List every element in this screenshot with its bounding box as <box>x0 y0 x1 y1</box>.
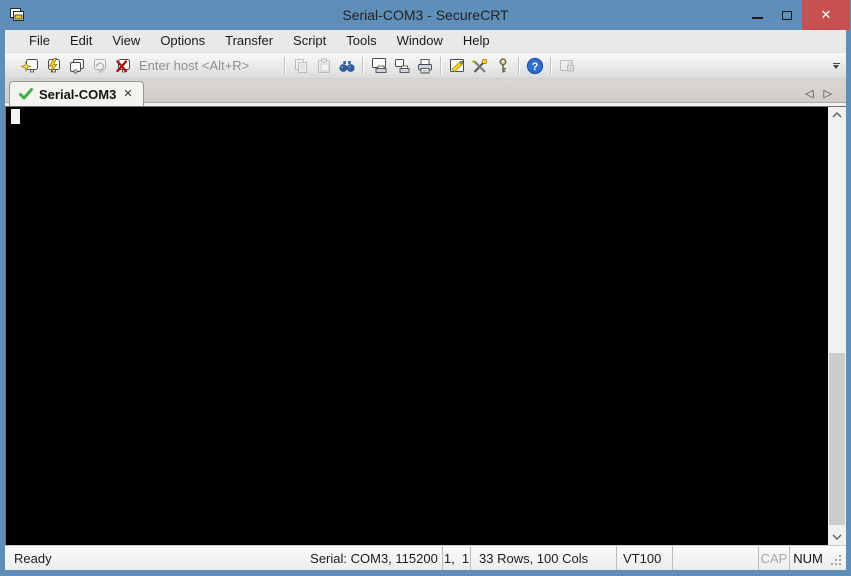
print-screen-button[interactable] <box>367 54 390 77</box>
screen-lock-icon: A <box>559 59 574 71</box>
session-options-button[interactable] <box>445 54 468 77</box>
menu-file[interactable]: File <box>19 30 60 52</box>
chevron-down-icon <box>832 534 842 540</box>
close-icon: ✕ <box>820 7 832 22</box>
copy-icon <box>294 58 307 73</box>
window-controls: ✕ <box>742 0 851 30</box>
securecrt-logo-icon <box>9 7 24 21</box>
toolbar-separator <box>518 57 519 74</box>
host-input[interactable] <box>134 55 274 76</box>
menu-options[interactable]: Options <box>150 30 215 52</box>
menu-script[interactable]: Script <box>283 30 336 52</box>
find-button[interactable] <box>335 54 358 77</box>
toolbar-overflow-button[interactable] <box>829 62 843 69</box>
reconnect-icon <box>93 58 106 72</box>
title-bar: Serial-COM3 - SecureCRT ✕ <box>0 0 851 30</box>
tab-scroll-arrows: ◁ ▷ <box>805 89 846 106</box>
terminal-cursor <box>11 109 20 124</box>
key-agent-button[interactable] <box>491 54 514 77</box>
close-button[interactable]: ✕ <box>802 0 850 30</box>
scroll-up-button[interactable] <box>828 107 846 123</box>
status-terminal-size: 33 Rows, 100 Cols <box>470 546 616 570</box>
connected-check-icon <box>19 88 33 100</box>
menu-transfer[interactable]: Transfer <box>215 30 283 52</box>
svg-text:A: A <box>568 66 571 71</box>
menu-bar: File Edit View Options Transfer Script T… <box>5 30 846 53</box>
find-icon <box>338 60 355 72</box>
maximize-icon <box>782 10 792 20</box>
vertical-scrollbar[interactable] <box>828 107 846 545</box>
scrollbar-thumb[interactable] <box>829 353 845 525</box>
toolbar-overflow-icon <box>832 62 840 64</box>
session-options-icon <box>449 58 464 72</box>
svg-text:?: ? <box>531 61 538 73</box>
disconnect-icon <box>115 58 130 72</box>
window-title: Serial-COM3 - SecureCRT <box>342 7 509 23</box>
paste-button[interactable] <box>312 54 335 77</box>
terminal-screen[interactable] <box>6 107 828 545</box>
maximize-button[interactable] <box>772 0 802 30</box>
terminal-row <box>5 106 846 545</box>
window-content: File Edit View Options Transfer Script T… <box>5 30 846 570</box>
copy-button[interactable] <box>289 54 312 77</box>
disconnect-button[interactable] <box>111 54 134 77</box>
scroll-down-button[interactable] <box>828 529 846 545</box>
toolbar-separator <box>284 57 285 74</box>
status-cursor-position: 1, 1 <box>442 546 470 570</box>
quick-connect-icon <box>47 57 60 73</box>
global-options-icon <box>471 58 487 73</box>
window-bottom-border <box>0 570 851 576</box>
app-icon[interactable] <box>8 6 26 24</box>
print-icon <box>417 58 432 73</box>
minimize-icon <box>751 17 763 19</box>
tab-serial-com3[interactable]: Serial-COM3 ✕ <box>9 81 144 106</box>
tab-close-icon[interactable]: ✕ <box>122 88 133 100</box>
menu-help[interactable]: Help <box>453 30 500 52</box>
minimize-button[interactable] <box>742 0 772 30</box>
connect-in-tab-button[interactable] <box>65 54 88 77</box>
tab-scroll-right-button[interactable]: ▷ <box>824 89 832 100</box>
toolbar-separator <box>440 57 441 74</box>
status-ready: Ready <box>14 550 52 566</box>
toolbar: ? A <box>5 53 846 79</box>
resize-grip-icon <box>839 563 841 565</box>
tab-bar: Serial-COM3 ✕ ◁ ▷ <box>5 79 846 106</box>
toolbar-separator <box>550 57 551 74</box>
status-emulation: VT100 <box>616 546 672 570</box>
resize-grip[interactable] <box>826 546 846 570</box>
menu-edit[interactable]: Edit <box>60 30 102 52</box>
global-options-button[interactable] <box>468 54 491 77</box>
screen-lock-button[interactable]: A <box>555 54 578 77</box>
print-screen-icon <box>371 57 386 73</box>
menu-tools[interactable]: Tools <box>336 30 386 52</box>
print-button[interactable] <box>413 54 436 77</box>
print-selection-button[interactable] <box>390 54 413 77</box>
help-icon: ? <box>526 57 543 74</box>
status-empty-pane <box>672 546 758 570</box>
tab-scroll-left-button[interactable]: ◁ <box>805 89 813 100</box>
toolbar-separator <box>362 57 363 74</box>
connect-in-tab-icon <box>69 58 84 73</box>
help-button[interactable]: ? <box>523 54 546 77</box>
chevron-up-icon <box>832 112 842 118</box>
quick-connect-button[interactable] <box>42 54 65 77</box>
menu-view[interactable]: View <box>102 30 150 52</box>
status-serial-connection: Serial: COM3, 115200 <box>310 550 438 566</box>
status-bar: Ready Serial: COM3, 115200 1, 1 33 Rows,… <box>5 545 846 570</box>
reconnect-button[interactable] <box>88 54 111 77</box>
menu-window[interactable]: Window <box>387 30 453 52</box>
securecrt-window: Serial-COM3 - SecureCRT ✕ File Edit View… <box>0 0 851 576</box>
tab-label: Serial-COM3 <box>39 86 117 102</box>
key-icon <box>498 57 506 72</box>
connect-icon <box>20 58 38 72</box>
status-num-lock-indicator: NUM <box>789 546 826 570</box>
print-selection-icon <box>394 58 409 73</box>
status-caps-lock-indicator: CAP <box>758 546 789 570</box>
connect-button[interactable] <box>19 54 42 77</box>
paste-icon <box>317 57 330 73</box>
